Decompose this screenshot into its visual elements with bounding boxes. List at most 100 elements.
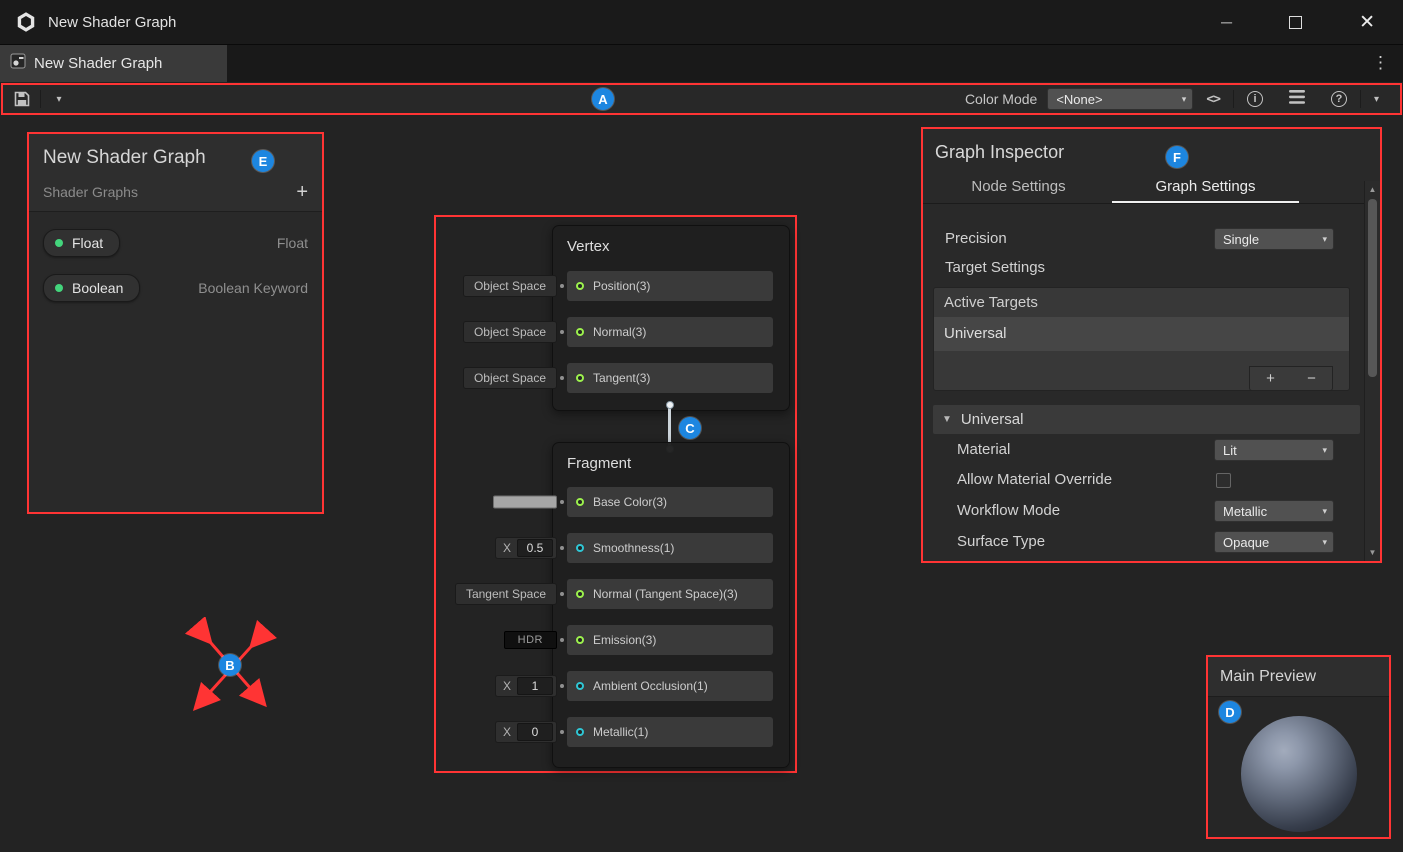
- toolbar-divider: [40, 90, 41, 108]
- x-axis-label: X: [499, 679, 511, 693]
- port-row-normal-ts[interactable]: Tangent Space Normal (Tangent Space)(3): [567, 579, 773, 609]
- port-row-smoothness[interactable]: X 0.5 Smoothness(1): [567, 533, 773, 563]
- tab-new-shader-graph[interactable]: New Shader Graph: [0, 45, 227, 82]
- vector3-port-icon[interactable]: [576, 374, 584, 382]
- surface-type-label: Surface Type: [957, 527, 1045, 557]
- connector-dot-icon: [560, 546, 564, 550]
- allow-material-override-checkbox[interactable]: [1216, 473, 1231, 488]
- float-value-input[interactable]: 1: [517, 677, 553, 695]
- property-pill-boolean[interactable]: Boolean: [43, 274, 140, 302]
- active-target-item-universal[interactable]: Universal: [934, 317, 1349, 351]
- workflow-mode-value: Metallic: [1223, 504, 1267, 519]
- precision-label: Precision: [945, 224, 1007, 254]
- hdr-color-field[interactable]: HDR: [504, 631, 557, 649]
- blackboard-header[interactable]: New Shader Graph Shader Graphs +: [29, 134, 322, 212]
- blackboard-panel: New Shader Graph Shader Graphs + Float F…: [27, 132, 324, 514]
- port-label: Normal (Tangent Space)(3): [593, 587, 738, 601]
- master-stack-region: Vertex Object Space Position(3) Object S…: [434, 215, 797, 773]
- add-property-button[interactable]: +: [296, 182, 308, 202]
- minimize-button[interactable]: –: [1221, 12, 1232, 32]
- property-row-float: Float Float: [29, 220, 322, 265]
- vertex-fragment-edge[interactable]: [668, 407, 671, 447]
- float-value-input[interactable]: 0.5: [517, 539, 553, 557]
- shader-graph-toolbar: ▾ Color Mode <None> ▾ <> i ? ▾: [1, 83, 1402, 115]
- remove-target-button[interactable]: −: [1291, 367, 1332, 390]
- connector-dot-icon: [560, 284, 564, 288]
- inspector-scrollbar[interactable]: ▲ ▼: [1364, 181, 1380, 561]
- property-pill-float[interactable]: Float: [43, 229, 120, 257]
- kebab-menu-icon[interactable]: ⋮: [1372, 53, 1389, 73]
- save-dropdown-button[interactable]: ▾: [48, 88, 70, 110]
- vector3-port-icon[interactable]: [576, 282, 584, 290]
- port-row-position[interactable]: Object Space Position(3): [567, 271, 773, 301]
- foldout-arrow-icon: ▼: [942, 414, 952, 425]
- close-button[interactable]: ✕: [1359, 13, 1375, 32]
- tab-graph-settings[interactable]: Graph Settings: [1112, 171, 1299, 203]
- universal-foldout[interactable]: ▼ Universal: [933, 405, 1360, 434]
- workflow-mode-dropdown[interactable]: Metallic ▾: [1214, 500, 1334, 522]
- annotation-badge-b: B: [219, 654, 241, 676]
- x-axis-label: X: [499, 725, 511, 739]
- unity-logo-icon: [14, 10, 38, 34]
- space-binding-dropdown[interactable]: Object Space: [463, 367, 557, 389]
- annotation-badge-c: C: [679, 417, 701, 439]
- blackboard-toggle-button[interactable]: [1276, 87, 1318, 111]
- float-field[interactable]: X 0.5: [495, 537, 557, 559]
- property-name: Boolean: [72, 280, 123, 296]
- main-preview-panel: Main Preview: [1206, 655, 1391, 839]
- help-button[interactable]: ?: [1318, 87, 1360, 111]
- generate-code-button[interactable]: <>: [1193, 87, 1233, 111]
- graph-inspector-toggle-button[interactable]: i: [1234, 87, 1276, 111]
- space-binding-dropdown[interactable]: Object Space: [463, 321, 557, 343]
- edge-endpoint-icon: [666, 401, 674, 409]
- port-row-emission[interactable]: HDR Emission(3): [567, 625, 773, 655]
- annotation-badge-d: D: [1219, 701, 1241, 723]
- toolbar-overflow-button[interactable]: ▾: [1361, 87, 1392, 111]
- add-target-button[interactable]: +: [1250, 367, 1291, 390]
- exposed-dot-icon: [55, 284, 63, 292]
- graph-inspector-title: Graph Inspector: [923, 129, 1380, 171]
- float-field[interactable]: X 1: [495, 675, 557, 697]
- float-port-icon[interactable]: [576, 728, 584, 736]
- port-row-ambient-occlusion[interactable]: X 1 Ambient Occlusion(1): [567, 671, 773, 701]
- chevron-down-icon: ▾: [1322, 506, 1327, 517]
- float-port-icon[interactable]: [576, 682, 584, 690]
- fragment-node[interactable]: Fragment Base Color(3) X 0.5 Smoothness(…: [552, 442, 790, 768]
- preview-sphere[interactable]: [1241, 716, 1357, 832]
- port-row-base-color[interactable]: Base Color(3): [567, 487, 773, 517]
- space-binding-dropdown[interactable]: Tangent Space: [455, 583, 557, 605]
- color-swatch-field[interactable]: [493, 496, 557, 509]
- port-row-metallic[interactable]: X 0 Metallic(1): [567, 717, 773, 747]
- scrollbar-thumb[interactable]: [1368, 199, 1377, 377]
- float-port-icon[interactable]: [576, 544, 584, 552]
- save-button[interactable]: [11, 88, 33, 110]
- float-value-input[interactable]: 0: [517, 723, 553, 741]
- scroll-down-icon[interactable]: ▼: [1365, 548, 1380, 557]
- vector3-port-icon[interactable]: [576, 498, 584, 506]
- chevron-down-icon: ▾: [1322, 537, 1327, 548]
- color-mode-dropdown[interactable]: <None> ▾: [1047, 88, 1193, 110]
- port-row-normal[interactable]: Object Space Normal(3): [567, 317, 773, 347]
- x-axis-label: X: [499, 541, 511, 555]
- chevron-down-icon: ▾: [1322, 445, 1327, 456]
- scroll-up-icon[interactable]: ▲: [1365, 185, 1380, 194]
- maximize-button[interactable]: [1289, 16, 1302, 29]
- vector3-port-icon[interactable]: [576, 636, 584, 644]
- precision-dropdown[interactable]: Single ▾: [1214, 228, 1334, 250]
- port-label: Smoothness(1): [593, 541, 674, 555]
- fragment-node-title: Fragment: [553, 443, 789, 484]
- float-field[interactable]: X 0: [495, 721, 557, 743]
- blackboard-subtitle: Shader Graphs: [43, 184, 138, 200]
- material-label: Material: [957, 435, 1010, 465]
- port-row-tangent[interactable]: Object Space Tangent(3): [567, 363, 773, 393]
- vector3-port-icon[interactable]: [576, 328, 584, 336]
- surface-type-dropdown[interactable]: Opaque ▾: [1214, 531, 1334, 553]
- precision-value: Single: [1223, 232, 1259, 247]
- space-binding-dropdown[interactable]: Object Space: [463, 275, 557, 297]
- vector3-port-icon[interactable]: [576, 590, 584, 598]
- port-label: Metallic(1): [593, 725, 648, 739]
- tab-node-settings[interactable]: Node Settings: [925, 171, 1112, 203]
- annotation-badge-f: F: [1166, 146, 1188, 168]
- material-dropdown[interactable]: Lit ▾: [1214, 439, 1334, 461]
- vertex-node[interactable]: Vertex Object Space Position(3) Object S…: [552, 225, 790, 411]
